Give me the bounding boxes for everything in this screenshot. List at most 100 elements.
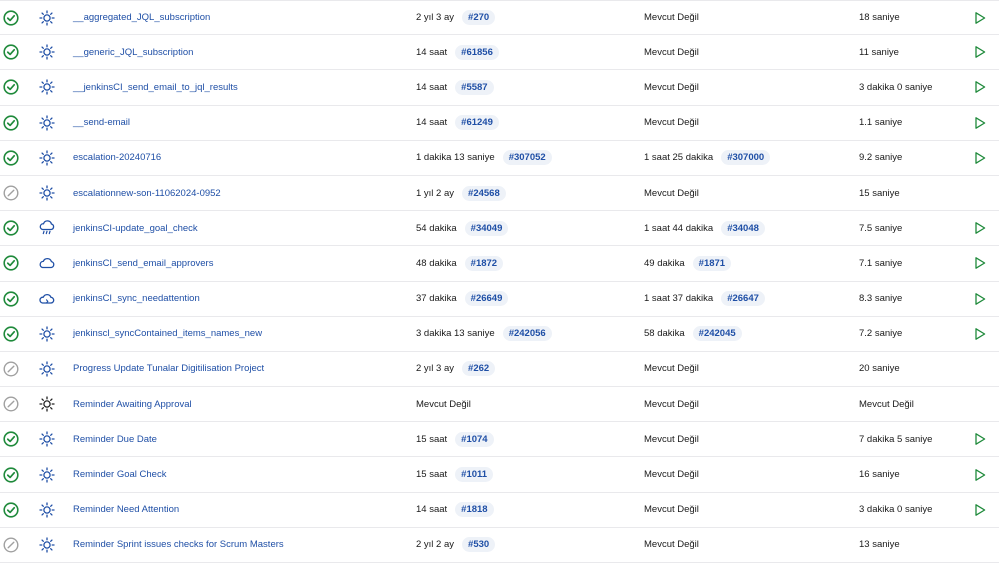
run-build-icon[interactable] <box>970 422 990 456</box>
job-name-link[interactable]: escalation-20240716 <box>73 152 161 163</box>
build-badge[interactable]: #270 <box>462 10 496 26</box>
job-row: jenkinscl_syncContained_items_names_new 3… <box>0 317 999 352</box>
job-name-link[interactable]: __jenkinsCI_send_email_to_jql_results <box>73 82 238 93</box>
build-badge[interactable]: #1074 <box>455 431 494 447</box>
build-badge[interactable]: #530 <box>462 537 496 553</box>
last-failure-cell: Mevcut Değil <box>644 176 699 210</box>
build-badge[interactable]: #26647 <box>721 291 765 307</box>
run-build-icon[interactable] <box>970 1 990 34</box>
build-badge[interactable]: #34049 <box>464 220 509 236</box>
build-badge[interactable]: #307000 <box>721 150 771 166</box>
last-success-time: 37 dakika <box>416 293 457 305</box>
duration-text: 13 saniye <box>859 539 900 551</box>
weather-sunny-icon <box>38 387 56 421</box>
duration-text: 8.3 saniye <box>859 293 903 305</box>
build-badge[interactable]: #1872 <box>464 255 504 271</box>
job-name-link[interactable]: jenkinscl_syncContained_items_names_new <box>73 328 262 339</box>
last-failure-cell: 1 saat 44 dakika #34048 <box>644 211 765 245</box>
last-success-cell: 14 saat #61856 <box>416 35 499 69</box>
last-failure-time: 1 saat 25 dakika <box>644 152 714 164</box>
build-badge[interactable]: #5587 <box>455 79 494 95</box>
job-name-link[interactable]: Reminder Goal Check <box>73 469 166 480</box>
status-success-icon <box>2 211 20 245</box>
last-failure-cell: Mevcut Değil <box>644 493 699 527</box>
status-success-icon <box>2 70 20 104</box>
weather-cloud-icon <box>38 282 56 316</box>
duration-text: 3 dakika 0 saniye <box>859 504 933 516</box>
build-badge[interactable]: #242056 <box>502 326 552 342</box>
last-success-cell: 2 yıl 3 ay #262 <box>416 352 496 386</box>
build-badge[interactable]: #1871 <box>692 255 732 271</box>
duration-text: 3 dakika 0 saniye <box>859 81 933 93</box>
last-success-time: 3 dakika 13 saniye <box>416 328 495 340</box>
job-row: jenkinsCI-update_goal_check 54 dakika #340… <box>0 211 999 247</box>
job-name-link[interactable]: __send-email <box>73 117 130 128</box>
job-name-link[interactable]: __aggregated_JQL_subscription <box>73 12 210 23</box>
run-build-icon[interactable] <box>970 457 990 491</box>
status-success-icon <box>2 1 20 34</box>
last-success-time: Mevcut Değil <box>416 398 471 410</box>
last-success-time: 2 yıl 3 ay <box>416 363 455 375</box>
status-disabled-icon <box>2 528 20 562</box>
job-name-link[interactable]: jenkinsCI_sync_needattention <box>73 293 200 304</box>
weather-sunny-icon <box>38 106 56 140</box>
job-name-link[interactable]: Reminder Need Attention <box>73 504 179 515</box>
weather-sunny-icon <box>38 493 56 527</box>
run-build-icon[interactable] <box>970 141 990 175</box>
build-badge[interactable]: #61856 <box>455 44 499 60</box>
build-badge[interactable]: #1818 <box>455 502 494 518</box>
last-failure-time: Mevcut Değil <box>644 433 699 445</box>
last-success-time: 1 yıl 2 ay <box>416 187 455 199</box>
run-build-icon[interactable] <box>970 70 990 104</box>
build-badge[interactable]: #34048 <box>721 220 765 236</box>
job-name-link[interactable]: jenkinsCI_send_email_approvers <box>73 258 213 269</box>
build-badge[interactable]: #242045 <box>692 326 742 342</box>
job-name-link[interactable]: Reminder Awaiting Approval <box>73 399 192 410</box>
job-name-link[interactable]: escalationnew-son-11062024-0952 <box>73 188 221 199</box>
build-badge[interactable]: #1011 <box>455 467 494 483</box>
status-success-icon <box>2 493 20 527</box>
duration-text: 20 saniye <box>859 363 900 375</box>
weather-sunny-icon <box>38 141 56 175</box>
weather-sunny-icon <box>38 352 56 386</box>
last-failure-time: Mevcut Değil <box>644 469 699 481</box>
job-row: escalation-20240716 1 dakika 13 saniye #30… <box>0 141 999 176</box>
job-name-link[interactable]: Reminder Sprint issues checks for Scrum … <box>73 539 284 550</box>
job-name-link[interactable]: __generic_JQL_subscription <box>73 47 193 58</box>
run-build-icon[interactable] <box>970 282 990 316</box>
run-build-icon[interactable] <box>970 106 990 140</box>
status-success-icon <box>2 422 20 456</box>
weather-sunny-icon <box>38 317 56 351</box>
last-success-cell: 14 saat #61249 <box>416 106 499 140</box>
last-success-cell: Mevcut Değil <box>416 387 471 421</box>
weather-sunny-icon <box>38 70 56 104</box>
job-row: Reminder Goal Check 15 saat #1011 Mevcut De… <box>0 457 999 493</box>
run-build-icon[interactable] <box>970 246 990 280</box>
run-build-icon[interactable] <box>970 35 990 69</box>
status-success-icon <box>2 35 20 69</box>
last-success-cell: 2 yıl 3 ay #270 <box>416 1 496 34</box>
build-badge[interactable]: #61249 <box>455 115 499 131</box>
last-success-time: 14 saat <box>416 46 448 58</box>
build-badge[interactable]: #262 <box>462 361 496 377</box>
run-build-icon[interactable] <box>970 493 990 527</box>
run-build-icon[interactable] <box>970 211 990 245</box>
build-badge[interactable]: #24568 <box>462 185 506 201</box>
last-success-time: 2 yıl 2 ay <box>416 539 455 551</box>
job-row: __generic_JQL_subscription 14 saat #61856 M… <box>0 35 999 71</box>
build-badge[interactable]: #26649 <box>464 291 509 307</box>
last-success-time: 14 saat <box>416 504 448 516</box>
last-failure-cell: 49 dakika #1871 <box>644 246 732 280</box>
run-build-icon[interactable] <box>970 317 990 351</box>
last-success-cell: 1 yıl 2 ay #24568 <box>416 176 506 210</box>
build-badge[interactable]: #307052 <box>502 150 552 166</box>
weather-sunny-icon <box>38 176 56 210</box>
last-failure-cell: Mevcut Değil <box>644 352 699 386</box>
job-name-link[interactable]: Progress Update Tunalar Digitilisation P… <box>73 363 264 374</box>
last-failure-cell: 1 saat 25 dakika #307000 <box>644 141 771 175</box>
duration-text: 7.2 saniye <box>859 328 903 340</box>
job-name-link[interactable]: Reminder Due Date <box>73 434 157 445</box>
last-success-cell: 54 dakika #34049 <box>416 211 509 245</box>
last-failure-time: Mevcut Değil <box>644 46 699 58</box>
job-name-link[interactable]: jenkinsCI-update_goal_check <box>73 223 198 234</box>
